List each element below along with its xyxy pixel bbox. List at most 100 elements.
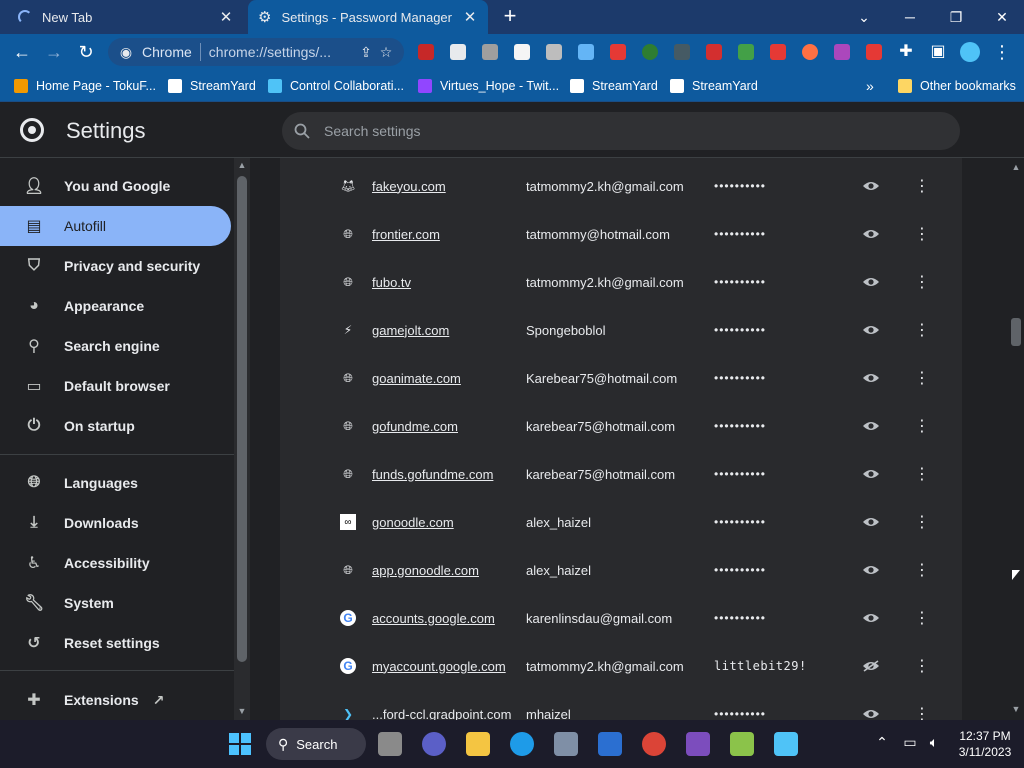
eye-icon[interactable] — [860, 703, 882, 720]
scrollbar-thumb[interactable] — [1011, 318, 1021, 346]
close-window-button[interactable]: ✕ — [980, 0, 1024, 34]
eye-icon[interactable] — [860, 367, 882, 389]
windows-start-icon[interactable] — [228, 732, 252, 756]
site-link[interactable]: fakeyou.com — [372, 179, 520, 194]
sidebar-item-downloads[interactable]: ⤓ Downloads — [0, 503, 231, 543]
more-actions-icon[interactable]: ⋮ — [912, 560, 932, 580]
eye-off-icon[interactable] — [860, 655, 882, 677]
sidebar-item-languages[interactable]: 🌐︎ Languages — [0, 463, 231, 503]
more-actions-icon[interactable]: ⋮ — [912, 416, 932, 436]
bookmark-item[interactable]: Virtues_Hope - Twit... — [418, 77, 559, 95]
network-icon[interactable]: ▭ — [900, 734, 920, 751]
extension-icon[interactable] — [514, 44, 530, 60]
extension-icon[interactable] — [738, 44, 754, 60]
avatar[interactable] — [960, 42, 980, 62]
sidebar-item-privacy-and-security[interactable]: ⛉ Privacy and security — [0, 246, 231, 286]
eye-icon[interactable] — [860, 271, 882, 293]
extension-icon[interactable] — [802, 44, 818, 60]
app-icon[interactable] — [774, 732, 798, 756]
url-text[interactable]: chrome://settings/... — [209, 44, 356, 60]
menu-kebab-icon[interactable]: ⋮ — [990, 40, 1014, 64]
eye-icon[interactable] — [860, 607, 882, 629]
forward-button[interactable]: → — [42, 40, 66, 64]
back-button[interactable]: ← — [10, 40, 34, 64]
close-icon[interactable]: ✕ — [462, 8, 478, 26]
more-actions-icon[interactable]: ⋮ — [912, 704, 932, 720]
search-settings-box[interactable] — [282, 112, 960, 150]
main-scrollbar[interactable]: ▲ ▼ — [1008, 158, 1024, 720]
store-icon[interactable] — [598, 732, 622, 756]
bookmark-item[interactable]: Home Page - TokuF... — [14, 77, 156, 95]
bookmark-item[interactable]: StreamYard — [570, 77, 658, 95]
task-view-icon[interactable] — [378, 732, 402, 756]
bookmark-item[interactable]: Control Collaborati... — [268, 77, 404, 95]
visual-studio-icon[interactable] — [686, 732, 710, 756]
sidebar-item-autofill[interactable]: ▤ Autofill — [0, 206, 231, 246]
site-link[interactable]: gofundme.com — [372, 419, 520, 434]
sidebar-item-extensions[interactable]: ✚ Extensions ↗ — [0, 680, 231, 720]
close-icon[interactable]: ✕ — [218, 8, 234, 26]
sidebar-item-on-startup[interactable]: ⏻ On startup — [0, 406, 231, 446]
taskbar-search-button[interactable]: ⚲ Search — [266, 728, 366, 760]
more-actions-icon[interactable]: ⋮ — [912, 320, 932, 340]
eye-icon[interactable] — [860, 511, 882, 533]
star-icon[interactable]: ☆ — [376, 44, 396, 61]
extension-icon[interactable] — [578, 44, 594, 60]
sidebar-item-reset-settings[interactable]: ↺ Reset settings — [0, 623, 231, 663]
tab-new-tab[interactable]: New Tab ✕ — [8, 0, 244, 34]
sidebar-item-default-browser[interactable]: ▭ Default browser — [0, 366, 231, 406]
puzzle-icon[interactable]: ✚ — [894, 40, 918, 64]
site-link[interactable]: gonoodle.com — [372, 515, 520, 530]
eye-icon[interactable] — [860, 319, 882, 341]
scroll-down-icon[interactable]: ▼ — [234, 706, 250, 716]
sidebar-scrollbar[interactable]: ▲ ▼ — [234, 158, 250, 720]
bookmark-item[interactable]: StreamYard — [670, 77, 758, 95]
eye-icon[interactable] — [860, 415, 882, 437]
more-actions-icon[interactable]: ⋮ — [912, 608, 932, 628]
bookmark-item[interactable]: StreamYard — [168, 77, 256, 95]
tab-settings-password-manager[interactable]: ⚙ Settings - Password Manager ✕ — [248, 0, 488, 34]
more-actions-icon[interactable]: ⋮ — [912, 272, 932, 292]
site-link[interactable]: fubo.tv — [372, 275, 520, 290]
restore-button[interactable]: ❐ — [934, 0, 978, 34]
file-explorer-icon[interactable] — [466, 732, 490, 756]
volume-icon[interactable]: 🔈︎ — [924, 734, 944, 751]
scroll-down-icon[interactable]: ▼ — [1008, 704, 1024, 714]
reload-button[interactable]: ↻ — [74, 40, 98, 64]
minimize-button[interactable]: ─ — [888, 0, 932, 34]
site-link[interactable]: funds.gofundme.com — [372, 467, 520, 482]
extension-icon[interactable] — [610, 44, 626, 60]
new-tab-button[interactable]: + — [498, 4, 522, 28]
more-actions-icon[interactable]: ⋮ — [912, 176, 932, 196]
tray-chevron-icon[interactable]: ⌃ — [872, 734, 892, 751]
extension-icon[interactable] — [482, 44, 498, 60]
sidebar-item-system[interactable]: 🔧︎ System — [0, 583, 231, 623]
chat-icon[interactable] — [422, 732, 446, 756]
other-bookmarks-folder[interactable]: Other bookmarks — [898, 77, 1016, 95]
chrome-taskbar-icon[interactable] — [642, 732, 666, 756]
eye-icon[interactable] — [860, 175, 882, 197]
settings-app-icon[interactable] — [554, 732, 578, 756]
edge-icon[interactable] — [510, 732, 534, 756]
scroll-up-icon[interactable]: ▲ — [234, 160, 250, 170]
site-link[interactable]: myaccount.google.com — [372, 659, 520, 674]
extension-icon[interactable] — [546, 44, 562, 60]
eye-icon[interactable] — [860, 223, 882, 245]
site-link[interactable]: ...ford-ccl.gradpoint.com — [372, 707, 520, 721]
scrollbar-thumb[interactable] — [237, 176, 247, 662]
more-actions-icon[interactable]: ⋮ — [912, 224, 932, 244]
more-actions-icon[interactable]: ⋮ — [912, 464, 932, 484]
extension-icon[interactable] — [450, 44, 466, 60]
extension-icon[interactable] — [418, 44, 434, 60]
extension-icon[interactable] — [834, 44, 850, 60]
extension-icon[interactable] — [706, 44, 722, 60]
extension-icon[interactable] — [642, 44, 658, 60]
scroll-up-icon[interactable]: ▲ — [1008, 162, 1024, 172]
tab-search-chevron-icon[interactable]: ⌄ — [842, 0, 886, 34]
sidebar-item-search-engine[interactable]: ⚲ Search engine — [0, 326, 231, 366]
more-actions-icon[interactable]: ⋮ — [912, 368, 932, 388]
site-link[interactable]: gamejolt.com — [372, 323, 520, 338]
omnibox[interactable]: ◉ Chrome chrome://settings/... ⇪ ☆ — [108, 38, 404, 66]
search-input[interactable] — [324, 123, 924, 139]
site-link[interactable]: accounts.google.com — [372, 611, 520, 626]
